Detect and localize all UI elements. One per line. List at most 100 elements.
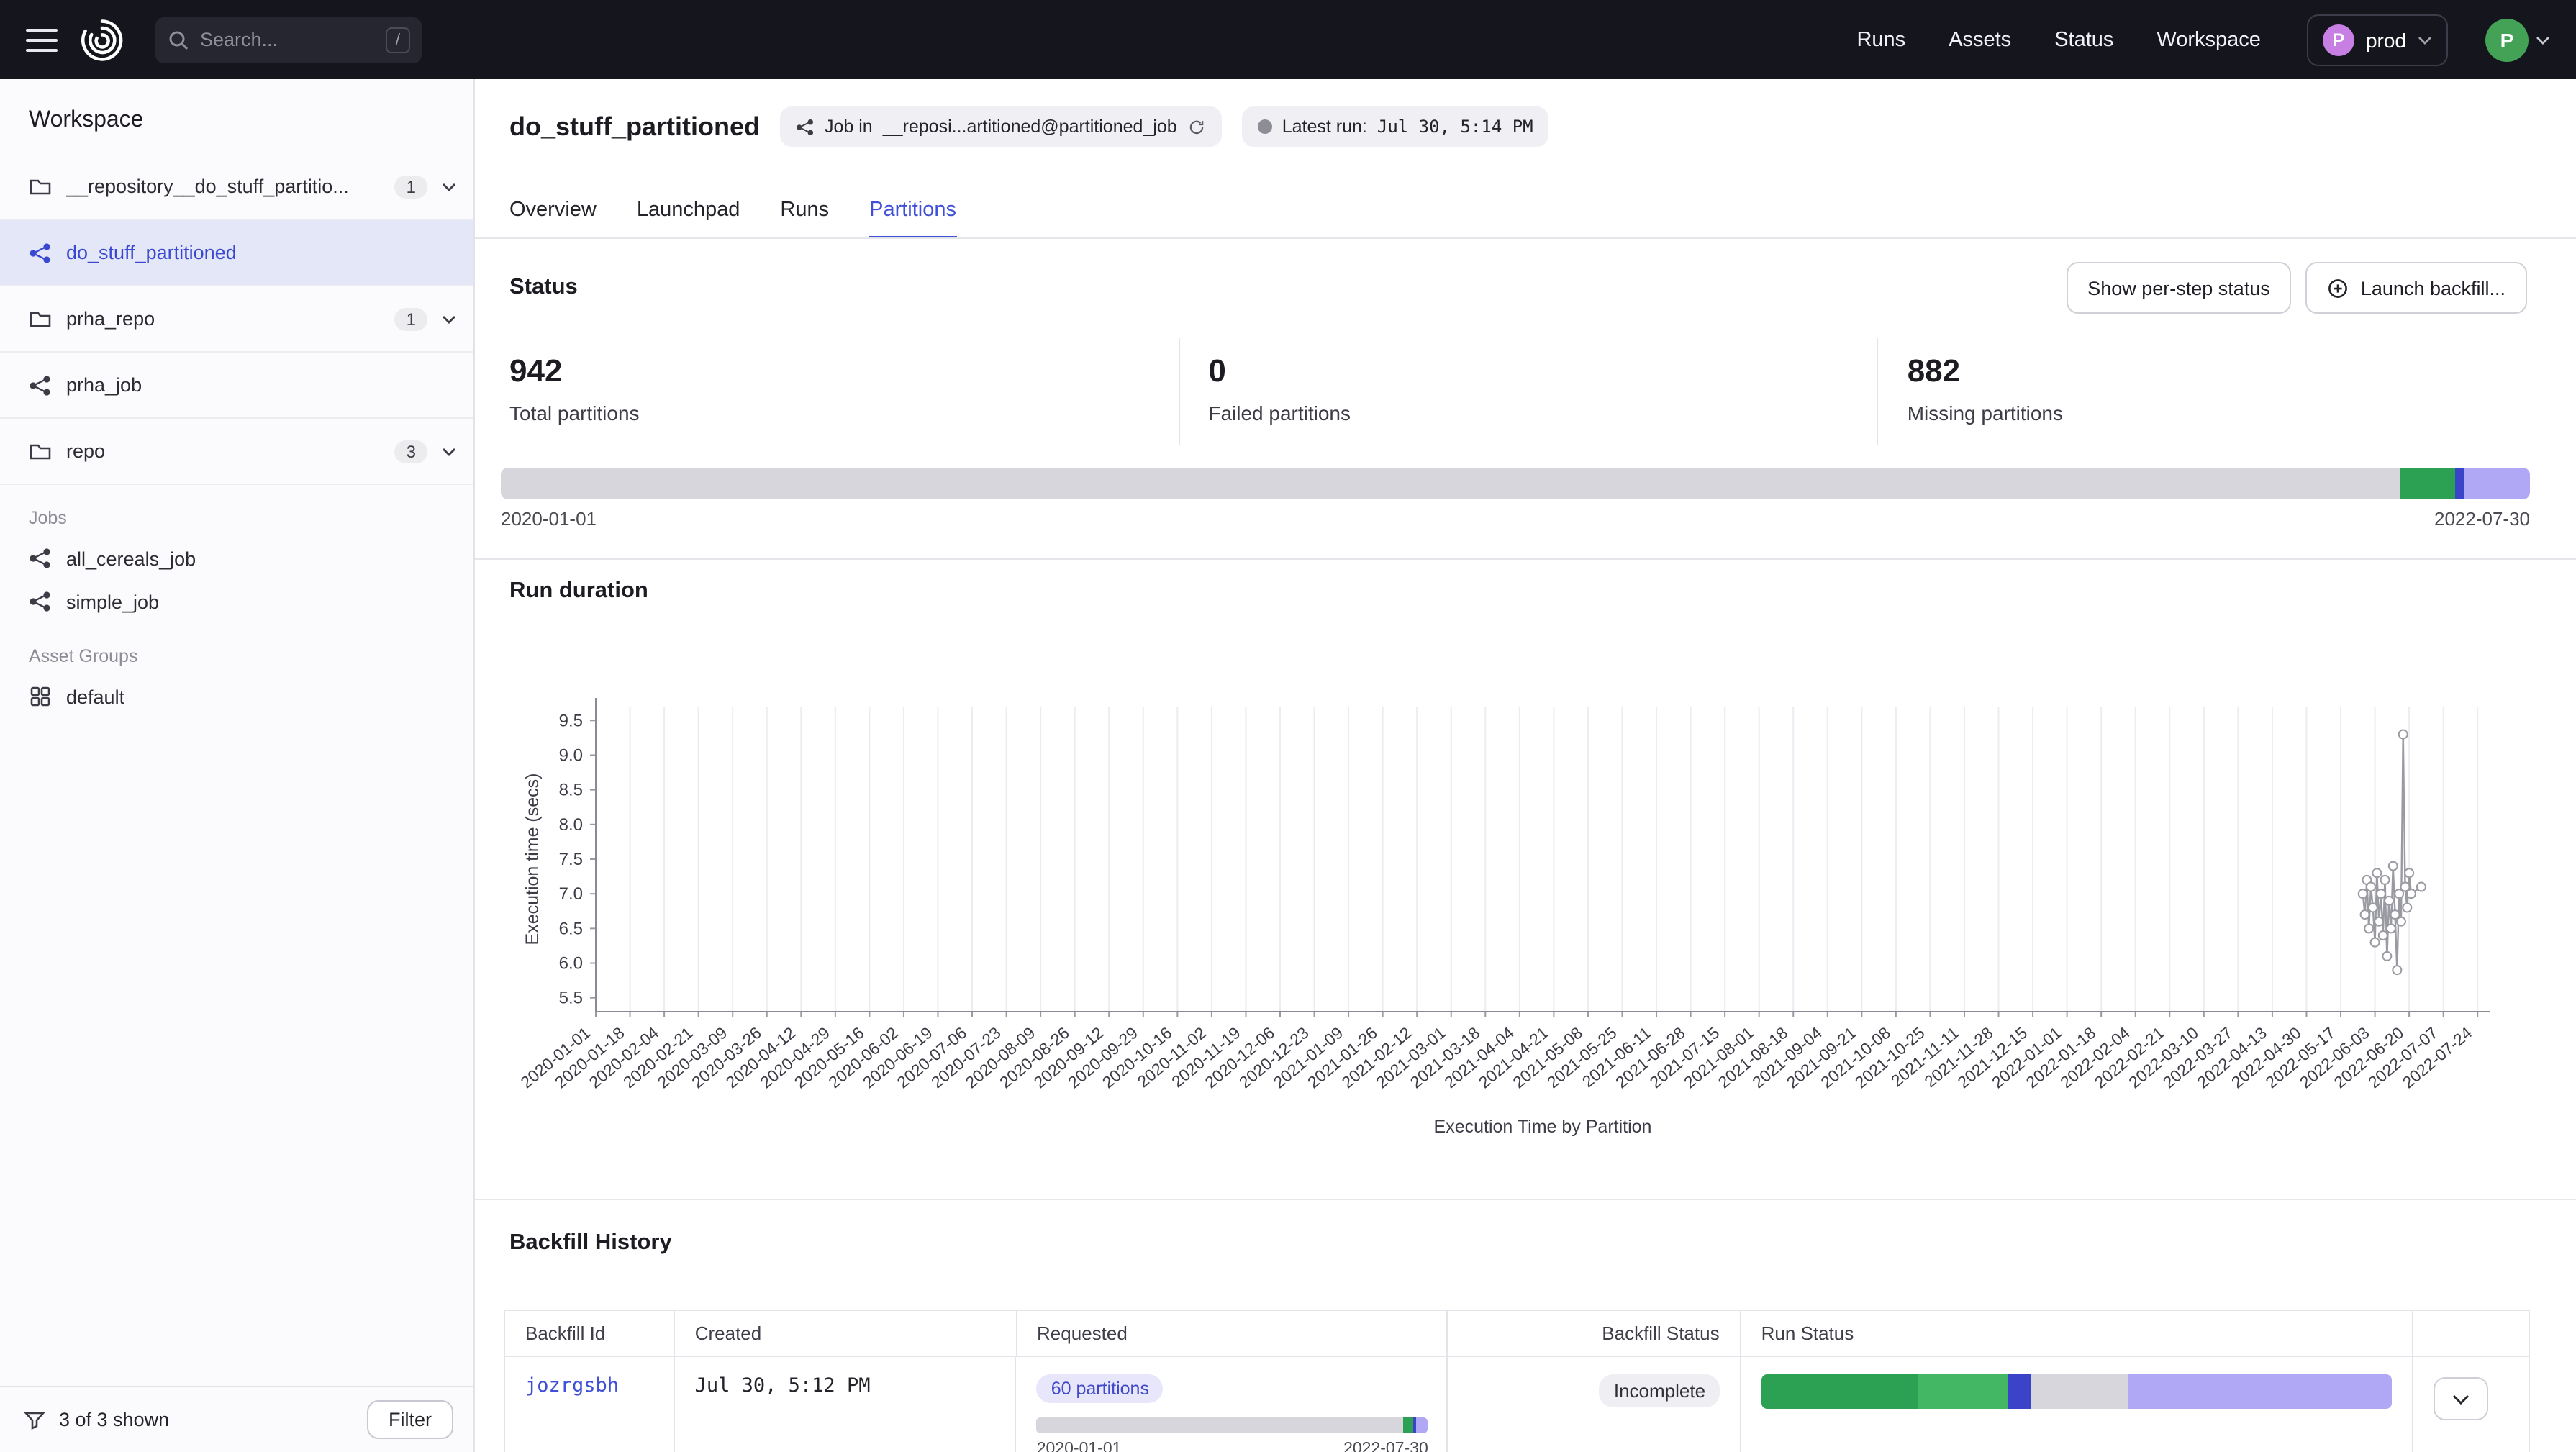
partition-status-bar[interactable]	[501, 468, 2530, 499]
status-title: Status	[509, 275, 578, 301]
requested-partitions-badge[interactable]: 60 partitions	[1037, 1374, 1164, 1403]
requested-partition-bar	[1037, 1417, 1428, 1433]
menu-icon[interactable]	[26, 28, 58, 51]
svg-text:7.0: 7.0	[559, 884, 583, 904]
section-divider	[475, 558, 2576, 560]
section-divider	[475, 1199, 2576, 1200]
chevron-down-icon[interactable]	[442, 314, 456, 323]
chevron-down-icon	[2452, 1394, 2470, 1404]
main-content: do_stuff_partitioned Job in __reposi...a…	[475, 79, 2576, 1452]
folder-icon	[29, 307, 52, 330]
plus-circle-icon	[2328, 277, 2349, 299]
chevron-down-icon[interactable]	[442, 182, 456, 191]
sidebar-item-job[interactable]: all_cereals_job	[0, 537, 473, 580]
show-per-step-status-button[interactable]: Show per-step status	[2066, 262, 2292, 314]
run-status-bar[interactable]	[1761, 1374, 2392, 1409]
chevron-down-icon	[2418, 35, 2432, 44]
nav-link-assets[interactable]: Assets	[1949, 28, 2011, 51]
backfill-status-badge: Incomplete	[1600, 1374, 1720, 1407]
tab-launchpad[interactable]: Launchpad	[637, 183, 740, 239]
job-icon	[29, 373, 52, 396]
filter-button[interactable]: Filter	[367, 1400, 453, 1439]
svg-text:8.5: 8.5	[559, 781, 583, 800]
latest-run-link[interactable]: Jul 30, 5:14 PM	[1377, 117, 1533, 137]
run-duration-title: Run duration	[509, 578, 648, 604]
sidebar-item-job[interactable]: simple_job	[0, 580, 473, 623]
expand-row-button[interactable]	[2434, 1377, 2488, 1420]
column-header-created: Created	[675, 1311, 1017, 1356]
svg-text:9.0: 9.0	[559, 745, 583, 765]
app-root: / Runs Assets Status Workspace P prod P …	[0, 0, 2576, 1452]
folder-icon	[29, 175, 52, 198]
page-title: do_stuff_partitioned	[509, 112, 760, 142]
dagster-logo-icon[interactable]	[78, 15, 127, 64]
search-box[interactable]: /	[155, 17, 422, 63]
shown-count: 3 of 3 shown	[59, 1409, 169, 1430]
svg-text:9.5: 9.5	[559, 711, 583, 730]
job-icon	[29, 241, 52, 264]
repo-count-badge: 1	[395, 307, 427, 330]
svg-text:Execution time (secs): Execution time (secs)	[522, 773, 543, 945]
requested-cell: 60 partitions 2020-01-01 2022-07-30	[1017, 1357, 1448, 1452]
search-input[interactable]	[200, 29, 376, 50]
repo-count-badge: 1	[395, 175, 427, 198]
nav-link-status[interactable]: Status	[2054, 28, 2113, 51]
job-tabs: Overview Launchpad Runs Partitions	[509, 183, 956, 239]
table-row: jozrgsbh Jul 30, 5:12 PM 60 partitions 2…	[505, 1357, 2529, 1452]
tab-overview[interactable]: Overview	[509, 183, 597, 239]
requested-bar-dates: 2020-01-01 2022-07-30	[1037, 1440, 1428, 1452]
deployment-avatar: P	[2323, 24, 2354, 55]
partition-bar-start-date: 2020-01-01	[501, 508, 597, 530]
nav-links: Runs Assets Status Workspace	[1856, 28, 2261, 51]
column-header-expand	[2413, 1311, 2529, 1356]
created-timestamp: Jul 30, 5:12 PM	[695, 1374, 871, 1397]
tab-partitions[interactable]: Partitions	[869, 183, 956, 239]
jobs-section-label: Jobs	[29, 508, 473, 528]
sidebar-footer: 3 of 3 shown Filter	[0, 1386, 473, 1452]
search-icon	[167, 28, 190, 51]
filter-funnel-icon	[23, 1408, 46, 1431]
job-icon	[29, 547, 52, 570]
stat-missing-partitions: 882 Missing partitions	[1877, 338, 2576, 445]
svg-text:8.0: 8.0	[559, 815, 583, 835]
user-avatar: P	[2485, 18, 2529, 61]
chevron-down-icon[interactable]	[442, 447, 456, 455]
deployment-switcher[interactable]: P prod	[2307, 14, 2448, 65]
run-duration-chart: 2020-01-012020-01-182020-02-042020-02-21…	[475, 626, 2576, 1144]
sidebar-item-repository[interactable]: prha_repo 1	[0, 286, 473, 353]
stat-total-partitions: 942 Total partitions	[475, 338, 1178, 445]
chevron-down-icon	[2536, 35, 2550, 44]
partition-bar-end-date: 2022-07-30	[2434, 508, 2530, 530]
column-header-backfill-id: Backfill Id	[505, 1311, 675, 1356]
sidebar-item-repository[interactable]: repo 3	[0, 419, 473, 485]
stat-failed-partitions: 0 Failed partitions	[1178, 338, 1877, 445]
sidebar-item-repository[interactable]: __repository__do_stuff_partitio... 1	[0, 154, 473, 220]
sidebar-title: Workspace	[29, 108, 473, 134]
svg-text:6.0: 6.0	[559, 954, 583, 974]
svg-text:Execution Time by Partition: Execution Time by Partition	[1434, 1117, 1652, 1137]
backfill-id-link[interactable]: jozrgsbh	[525, 1374, 619, 1397]
svg-text:6.5: 6.5	[559, 919, 583, 938]
page-header: do_stuff_partitioned Job in __reposi...a…	[509, 99, 2527, 154]
repo-count-badge: 3	[395, 440, 427, 463]
backfill-history-title: Backfill History	[509, 1230, 672, 1256]
user-menu[interactable]: P	[2485, 18, 2550, 61]
tabs-divider	[475, 237, 2576, 239]
backfill-history-table: Backfill Id Created Requested Backfill S…	[504, 1310, 2530, 1452]
sidebar-item-job-selected[interactable]: do_stuff_partitioned	[0, 220, 473, 286]
partition-stats: 942 Total partitions 0 Failed partitions…	[475, 338, 2576, 445]
partition-bar-dates: 2020-01-01 2022-07-30	[501, 508, 2530, 530]
column-header-backfill-status: Backfill Status	[1448, 1311, 1741, 1356]
job-origin-badge: Job in __reposi...artitioned@partitioned…	[780, 106, 1222, 147]
reload-icon[interactable]	[1187, 117, 1206, 136]
sidebar-item-asset-group[interactable]: default	[0, 675, 473, 718]
launch-backfill-button[interactable]: Launch backfill...	[2306, 262, 2527, 314]
asset-groups-section-label: Asset Groups	[29, 646, 473, 666]
sidebar-item-job[interactable]: prha_job	[0, 353, 473, 419]
status-section-header: Status Show per-step status Launch backf…	[509, 262, 2527, 314]
nav-link-workspace[interactable]: Workspace	[2157, 28, 2261, 51]
svg-text:5.5: 5.5	[559, 989, 583, 1008]
tab-runs[interactable]: Runs	[780, 183, 829, 239]
grid-icon	[29, 685, 52, 708]
nav-link-runs[interactable]: Runs	[1856, 28, 1905, 51]
